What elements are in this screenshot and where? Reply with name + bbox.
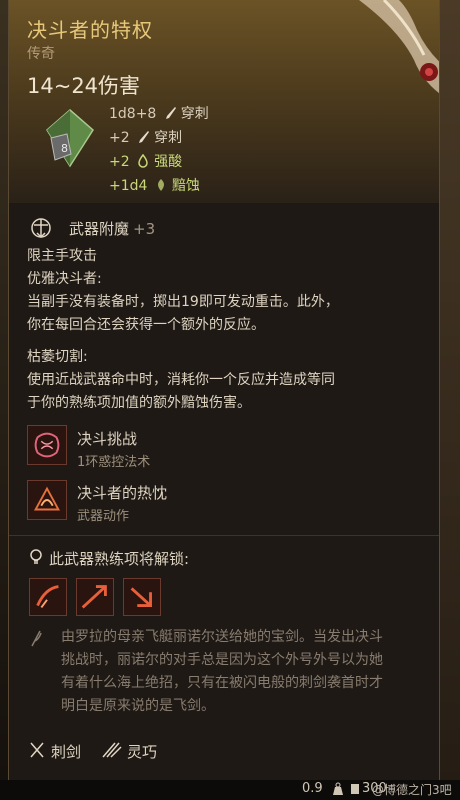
rapier-icon bbox=[30, 742, 44, 758]
tooltip-body: 武器附魔 +3 限主手攻击 优雅决斗者: 当副手没有装备时，掷出19即可发动重击。… bbox=[9, 203, 439, 780]
weight-value: 0.9 bbox=[302, 781, 323, 796]
enchantment-label: 武器附魔 +3 bbox=[69, 218, 155, 239]
damage-type: 穿刺 bbox=[180, 106, 209, 122]
footer-bar: 0.9 300 @博德之门3吧 bbox=[0, 780, 460, 800]
dice-label: 8 bbox=[61, 142, 68, 155]
enchantment-value: +3 bbox=[133, 220, 156, 238]
damage-value: +2 bbox=[109, 130, 130, 146]
property-label: 刺剑 bbox=[51, 743, 82, 761]
passive-line: 当副手没有装备时，掷出19即可发动重击。此外， bbox=[27, 294, 339, 310]
finesse-icon bbox=[102, 742, 122, 758]
weapon-art-icon bbox=[359, 0, 439, 94]
damage-type: 穿刺 bbox=[154, 130, 183, 146]
item-title: 决斗者的特权 bbox=[27, 18, 153, 42]
acid-icon bbox=[138, 154, 148, 168]
property-label: 灵巧 bbox=[127, 743, 158, 761]
damage-row: 1d8+8 穿刺 bbox=[109, 102, 209, 126]
damage-row: +2 穿刺 bbox=[109, 126, 209, 150]
damage-row: +1d4 黯蚀 bbox=[109, 174, 209, 198]
lore-line: 由罗拉的母亲飞艇丽诺尔送给她的宝剑。当发出决斗 bbox=[61, 629, 383, 645]
enchantment-text: 武器附魔 bbox=[69, 220, 130, 238]
tooltip-header: 决斗者的特权 传奇 14~24伤害 8 1d8+8 穿刺 +2 穿刺 +2 强酸… bbox=[9, 0, 439, 203]
damage-value: +1d4 bbox=[109, 178, 148, 194]
passive-description: 使用近战武器命中时，消耗你一个反应并造成等同 于你的熟练项加值的额外黯蚀伤害。 bbox=[27, 369, 335, 415]
weapon-action-lunge-icon[interactable] bbox=[76, 578, 114, 616]
damage-total: 14~24伤害 bbox=[27, 74, 141, 98]
damage-value: 1d8+8 bbox=[109, 106, 157, 122]
enchantment-icon bbox=[31, 218, 51, 239]
lore-text: 由罗拉的母亲飞艇丽诺尔送给她的宝剑。当发出决斗 挑战时，丽诺尔的对手总是因为这个… bbox=[61, 626, 423, 718]
necrotic-icon bbox=[157, 179, 164, 191]
passive-line: 你在每回合还会获得一个额外的反应。 bbox=[27, 317, 265, 333]
lore-line: 有着什么海上绝招，只有在被闪电般的刺剑袭首时才 bbox=[61, 675, 383, 691]
duelist-zeal-icon[interactable] bbox=[27, 480, 67, 520]
lore-line: 明白是原来说的是飞剑。 bbox=[61, 698, 215, 714]
item-rarity: 传奇 bbox=[27, 46, 55, 62]
unlock-label: 此武器熟练项将解锁: bbox=[49, 550, 190, 568]
d8-dice-icon: 8 bbox=[46, 109, 94, 168]
passive-description: 当副手没有装备时，掷出19即可发动重击。此外， 你在每回合还会获得一个额外的反应… bbox=[27, 291, 339, 337]
passive-title: 优雅决斗者: bbox=[27, 271, 102, 287]
restriction-text: 限主手攻击 bbox=[27, 248, 97, 264]
lore-line: 挑战时，丽诺尔的对手总是因为这个外号外号以为她 bbox=[61, 652, 383, 668]
ability-name: 决斗挑战 bbox=[77, 430, 138, 448]
damage-row: +2 强酸 bbox=[109, 150, 209, 174]
weapon-action-pierce-icon[interactable] bbox=[123, 578, 161, 616]
ability-subtitle: 1环惑控法术 bbox=[77, 455, 151, 470]
right-frame bbox=[438, 0, 460, 800]
sword-icon bbox=[139, 131, 150, 143]
passive-line: 于你的熟练项加值的额外黯蚀伤害。 bbox=[27, 395, 251, 411]
weapon-action-slash-icon[interactable] bbox=[29, 578, 67, 616]
gold-coin-icon bbox=[351, 784, 359, 794]
passive-line: 使用近战武器命中时，消耗你一个反应并造成等同 bbox=[27, 372, 335, 388]
duel-challenge-icon[interactable] bbox=[27, 425, 67, 465]
lightbulb-icon bbox=[30, 549, 42, 564]
watermark: @博德之门3吧 bbox=[372, 783, 452, 797]
ability-name: 决斗者的热忱 bbox=[77, 484, 168, 502]
quill-icon bbox=[31, 630, 42, 647]
damage-rows: 1d8+8 穿刺 +2 穿刺 +2 强酸 +1d4 黯蚀 bbox=[109, 102, 209, 198]
item-tooltip: 决斗者的特权 传奇 14~24伤害 8 1d8+8 穿刺 +2 穿刺 +2 强酸… bbox=[8, 0, 440, 780]
ability-subtitle: 武器动作 bbox=[77, 509, 130, 524]
sword-icon bbox=[165, 107, 176, 119]
divider bbox=[9, 535, 439, 536]
passive-title: 枯萎切割: bbox=[27, 349, 88, 365]
damage-type: 黯蚀 bbox=[171, 178, 200, 194]
damage-value: +2 bbox=[109, 154, 130, 170]
left-frame bbox=[0, 0, 8, 800]
weight-icon bbox=[333, 782, 343, 795]
damage-type: 强酸 bbox=[154, 154, 183, 170]
